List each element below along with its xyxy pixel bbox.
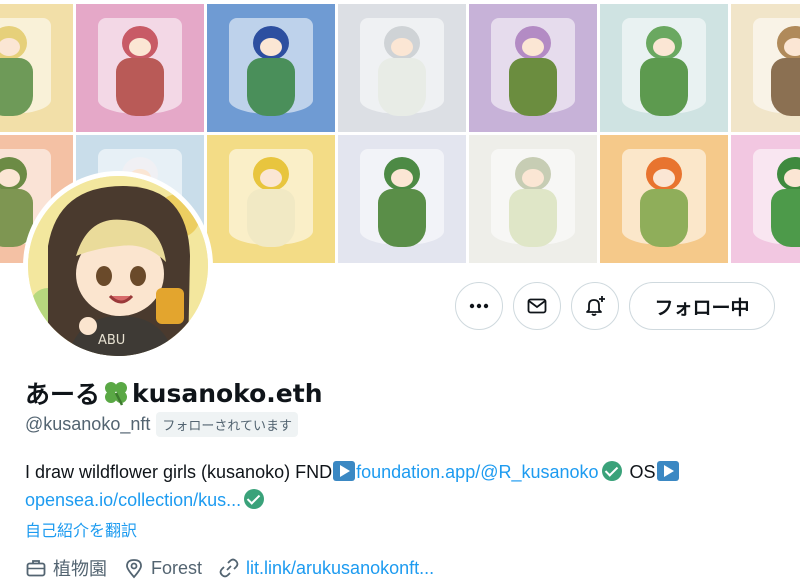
more-horizontal-icon xyxy=(469,303,489,309)
tile-dress xyxy=(378,189,426,247)
banner-tile xyxy=(731,135,800,263)
tile-face xyxy=(522,169,544,187)
banner-tile xyxy=(207,135,335,263)
check-mark-icon xyxy=(601,461,622,481)
tile-face xyxy=(391,169,413,187)
more-button[interactable] xyxy=(455,282,503,330)
play-button-icon xyxy=(656,461,679,481)
bio-link-foundation[interactable]: foundation.app/@R_kusanoko xyxy=(356,462,598,482)
avatar-image: ABU xyxy=(28,176,208,356)
tile-dress xyxy=(771,58,800,116)
bio-link-opensea[interactable]: opensea.io/collection/kus... xyxy=(25,490,241,510)
message-button[interactable] xyxy=(513,282,561,330)
banner-tile xyxy=(600,135,728,263)
tile-dress xyxy=(509,189,557,247)
banner-tile xyxy=(731,4,800,132)
banner-tile xyxy=(469,4,597,132)
tile-face xyxy=(260,169,282,187)
meta-location-label: Forest xyxy=(151,557,203,578)
four-leaf-clover-icon xyxy=(105,382,128,406)
banner-tile xyxy=(76,4,204,132)
bell-plus-icon xyxy=(586,296,605,316)
play-button-icon xyxy=(333,461,356,481)
display-name-suffix: kusanoko.eth xyxy=(132,378,323,408)
tile-dress xyxy=(640,58,688,116)
bio-text-2: OS xyxy=(624,462,656,482)
avatar-illustration: ABU xyxy=(28,176,208,356)
tile-face xyxy=(784,38,800,56)
tile-dress xyxy=(247,58,295,116)
banner-tile xyxy=(207,4,335,132)
meta-link-url[interactable]: lit.link/arukusanokonft... xyxy=(246,558,434,579)
banner-tile xyxy=(600,4,728,132)
svg-text:ABU: ABU xyxy=(98,333,125,348)
tile-face xyxy=(653,38,675,56)
avatar[interactable]: ABU xyxy=(23,171,213,361)
tile-face xyxy=(653,169,675,187)
tile-face xyxy=(522,38,544,56)
user-handle: @kusanoko_nft xyxy=(25,414,151,434)
envelope-icon xyxy=(527,298,547,314)
notifications-button[interactable] xyxy=(571,282,619,330)
translate-bio-link[interactable]: 自己紹介を翻訳 xyxy=(25,517,137,541)
banner-tile xyxy=(469,135,597,263)
tile-face xyxy=(391,38,413,56)
banner-tile xyxy=(338,4,466,132)
tile-dress xyxy=(0,58,33,116)
tile-dress xyxy=(640,189,688,247)
bio: I draw wildflower girls (kusanoko) FND fo… xyxy=(25,458,765,514)
meta-category-label: 植物園 xyxy=(53,559,107,579)
tile-dress xyxy=(771,189,800,247)
tile-face xyxy=(129,38,151,56)
tile-face xyxy=(784,169,800,187)
display-name-prefix: あーる xyxy=(25,380,101,409)
link-icon xyxy=(219,558,239,578)
tile-dress xyxy=(509,58,557,116)
tile-dress xyxy=(378,58,426,116)
location-pin-icon xyxy=(126,559,142,579)
tile-dress xyxy=(116,58,164,116)
follows-you-badge: フォローされています xyxy=(156,412,298,437)
meta-category: 植物園 xyxy=(25,555,107,581)
tile-face xyxy=(260,38,282,56)
profile-meta: 植物園 Forest lit.link/arukusanokonft... xyxy=(25,555,450,581)
banner-tile xyxy=(338,135,466,263)
tile-dress xyxy=(247,189,295,247)
briefcase-icon xyxy=(26,560,46,577)
following-button[interactable]: フォロー中 xyxy=(629,282,775,330)
banner-tile xyxy=(0,4,73,132)
bio-text-1: I draw wildflower girls (kusanoko) FND xyxy=(25,462,333,482)
handle-row: @kusanoko_nft フォローされています xyxy=(25,412,298,437)
meta-location: Forest xyxy=(123,557,202,579)
display-name: あーる kusanoko.eth xyxy=(25,375,323,411)
meta-link[interactable]: lit.link/arukusanokonft... xyxy=(218,557,434,579)
check-mark-icon xyxy=(244,489,265,509)
